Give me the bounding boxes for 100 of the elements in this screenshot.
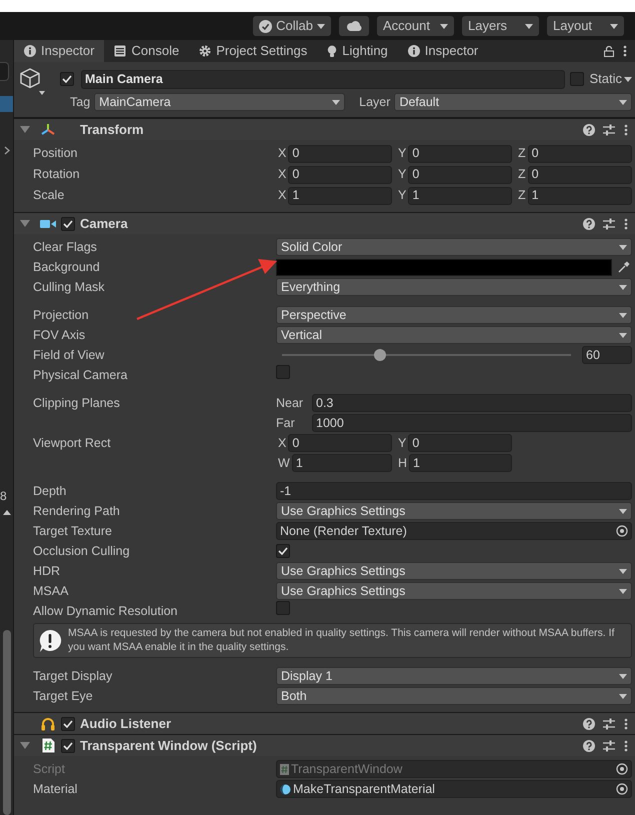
- field-label: Target Display: [33, 668, 114, 685]
- settings-icon: [199, 45, 212, 57]
- dropdown[interactable]: Solid Color: [276, 238, 632, 256]
- number-field[interactable]: 0: [408, 144, 512, 162]
- component-header[interactable]: Camera: [14, 212, 635, 234]
- menu-dropdown[interactable]: Layout: [547, 16, 624, 36]
- color-swatch[interactable]: [276, 258, 612, 276]
- foldout-triangle-icon[interactable]: [20, 741, 30, 750]
- number-field[interactable]: 0.3: [312, 394, 632, 412]
- number-field[interactable]: 0: [528, 144, 632, 162]
- presets-icon[interactable]: [603, 718, 615, 730]
- checkbox[interactable]: [276, 544, 290, 558]
- axes-icon: [40, 122, 56, 136]
- number-field[interactable]: 0: [288, 144, 392, 162]
- dropdown[interactable]: Use Graphics Settings: [276, 502, 632, 520]
- static-dropdown[interactable]: Static: [584, 69, 632, 89]
- search-field[interactable]: [0, 62, 9, 81]
- component-header[interactable]: Transparent Window (Script): [14, 734, 635, 756]
- caret-icon: [619, 100, 627, 104]
- help-icon[interactable]: [583, 218, 595, 230]
- field-label: Rotation: [33, 166, 81, 184]
- number-field[interactable]: 1000: [312, 414, 632, 432]
- name-field[interactable]: Main Camera: [81, 70, 566, 88]
- foldout-triangle-icon[interactable]: [20, 125, 30, 134]
- dropdown[interactable]: Use Graphics Settings: [276, 582, 632, 600]
- eyedropper-icon[interactable]: [618, 261, 630, 273]
- slider-thumb[interactable]: [374, 349, 386, 361]
- number-field[interactable]: 0: [288, 434, 392, 452]
- tab[interactable]: Project Settings: [189, 40, 318, 62]
- more-options-icon[interactable]: [623, 45, 627, 57]
- dropdown[interactable]: Perspective: [276, 306, 632, 324]
- number-field[interactable]: 60: [582, 346, 632, 364]
- sphere-icon: [280, 784, 291, 795]
- tab[interactable]: Console: [104, 40, 190, 62]
- help-icon[interactable]: [583, 124, 595, 136]
- lock-icon[interactable]: [604, 46, 614, 56]
- up-arrow-icon[interactable]: [3, 510, 11, 515]
- number-field[interactable]: 1: [409, 454, 512, 472]
- presets-icon[interactable]: [603, 218, 615, 230]
- more-options-icon[interactable]: [624, 740, 628, 752]
- menu-dropdown[interactable]: Layers: [462, 16, 539, 36]
- field-label: Target Eye: [33, 688, 94, 705]
- checkbox[interactable]: [61, 716, 75, 731]
- tab[interactable]: Inspector: [14, 40, 104, 62]
- number-field[interactable]: 1: [288, 186, 392, 204]
- checkbox[interactable]: [60, 72, 74, 86]
- caret-icon: [332, 100, 340, 104]
- number-field[interactable]: 1: [408, 186, 512, 204]
- count-text: 8: [0, 488, 7, 505]
- number-field[interactable]: 0: [408, 434, 512, 452]
- field-label: Physical Camera: [33, 366, 128, 384]
- checkbox[interactable]: [61, 216, 75, 230]
- field-label: Clipping Planes: [33, 394, 121, 412]
- checkbox[interactable]: [61, 738, 75, 753]
- field-label: Allow Dynamic Resolution: [33, 602, 179, 620]
- checkbox[interactable]: [276, 365, 290, 380]
- layer-dropdown[interactable]: Default: [394, 93, 632, 111]
- foldout-triangle-icon[interactable]: [20, 219, 30, 228]
- checkbox[interactable]: [570, 72, 584, 86]
- tab[interactable]: Lighting: [317, 40, 398, 62]
- checkbox[interactable]: [276, 601, 290, 616]
- collab-button[interactable]: Collab: [253, 16, 331, 36]
- caret-icon: [440, 24, 448, 28]
- warning-bubble-icon: [38, 628, 62, 653]
- presets-icon[interactable]: [603, 124, 615, 136]
- object-field[interactable]: MakeTransparentMaterial: [276, 780, 632, 798]
- dropdown[interactable]: Everything: [276, 278, 632, 296]
- number-field[interactable]: 1: [292, 454, 392, 472]
- axis-label: Z: [517, 187, 527, 204]
- number-field[interactable]: 0: [408, 166, 512, 184]
- dropdown[interactable]: Both: [276, 687, 632, 706]
- component-header[interactable]: Audio Listener: [14, 712, 635, 734]
- object-field[interactable]: None (Render Texture): [276, 522, 632, 540]
- axis-label: X: [277, 434, 288, 452]
- number-field[interactable]: 1: [528, 186, 632, 204]
- more-options-icon[interactable]: [624, 124, 628, 136]
- dropdown[interactable]: Use Graphics Settings: [276, 562, 632, 580]
- cloud-button[interactable]: [339, 16, 369, 36]
- presets-icon[interactable]: [603, 740, 615, 752]
- tab[interactable]: Inspector: [398, 40, 488, 62]
- number-field[interactable]: 0: [528, 166, 632, 184]
- dropdown[interactable]: Vertical: [276, 326, 632, 344]
- number-field[interactable]: -1: [276, 482, 632, 500]
- chevron-icon[interactable]: [4, 146, 10, 155]
- menu-dropdown[interactable]: Account: [377, 16, 454, 36]
- component-header[interactable]: Transform: [14, 118, 635, 140]
- help-icon[interactable]: [583, 718, 595, 730]
- tag-dropdown[interactable]: MainCamera: [94, 93, 346, 111]
- scrollbar-thumb[interactable]: [3, 630, 11, 815]
- more-options-icon[interactable]: [624, 218, 628, 230]
- component-title: Camera: [80, 214, 128, 233]
- field-label: Viewport Rect: [33, 434, 112, 452]
- number-field[interactable]: 0: [288, 166, 392, 184]
- help-icon[interactable]: [583, 740, 595, 752]
- field-label: MSAA: [33, 582, 70, 600]
- target-picker-icon[interactable]: [616, 783, 628, 796]
- axis-label: X: [277, 145, 288, 162]
- target-picker-icon[interactable]: [616, 525, 628, 537]
- more-options-icon[interactable]: [624, 718, 628, 730]
- dropdown[interactable]: Display 1: [276, 667, 632, 686]
